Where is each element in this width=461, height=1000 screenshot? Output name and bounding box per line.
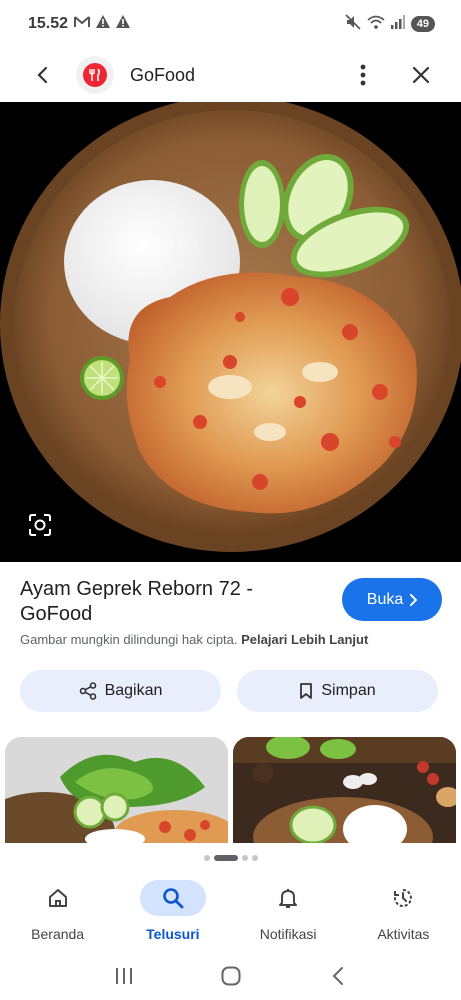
recents-icon <box>115 968 132 984</box>
close-button[interactable] <box>401 55 441 95</box>
warning-icon <box>116 15 131 33</box>
close-icon <box>412 66 430 84</box>
related-food-photo <box>5 737 228 843</box>
recents-button[interactable] <box>104 956 144 996</box>
nav-item-activity[interactable]: Aktivitas <box>346 872 461 952</box>
save-label: Simpan <box>321 682 376 699</box>
nav-label: Beranda <box>31 926 85 942</box>
share-icon <box>79 682 96 700</box>
app-header: GoFood <box>0 48 461 102</box>
home-system-button[interactable] <box>211 956 251 996</box>
open-button-label: Buka <box>366 590 404 608</box>
gmail-icon <box>74 15 91 33</box>
nav-label: Telusuri <box>146 926 200 942</box>
result-title: Ayam Geprek Reborn 72 - GoFood <box>20 578 254 625</box>
carousel-indicator <box>0 855 461 861</box>
share-label: Bagikan <box>104 682 163 699</box>
signal-icon <box>390 14 405 34</box>
bell-icon <box>279 889 298 908</box>
site-logo <box>76 56 114 94</box>
wifi-icon <box>367 15 385 34</box>
save-button[interactable]: Simpan <box>237 670 438 712</box>
related-food-photo <box>233 737 456 843</box>
activity-icon <box>394 889 413 907</box>
carousel-dot <box>241 855 248 861</box>
mute-icon <box>345 13 361 35</box>
search-icon <box>163 888 184 909</box>
nav-item-home[interactable]: Beranda <box>0 872 115 952</box>
bottom-navigation: Beranda Telusuri Notifikasi Aktivitas <box>0 872 461 952</box>
carousel-dot <box>251 855 258 861</box>
system-navigation <box>0 952 461 1000</box>
chevron-left-icon <box>37 66 48 84</box>
back-button[interactable] <box>22 55 62 95</box>
carousel-dot <box>203 855 210 861</box>
hero-food-image[interactable] <box>0 102 461 562</box>
nav-item-search[interactable]: Telusuri <box>115 872 230 952</box>
open-button[interactable]: Buka <box>342 578 442 621</box>
site-name: GoFood <box>130 64 196 85</box>
copyright-notice: Gambar mungkin dilindungi hak cipta. Pel… <box>20 632 368 647</box>
home-icon <box>48 889 67 907</box>
nav-item-notifications[interactable]: Notifikasi <box>231 872 346 952</box>
chevron-right-icon <box>410 593 418 606</box>
battery-indicator: 49 <box>410 16 435 32</box>
warning-icon <box>96 15 111 33</box>
bookmark-icon <box>300 683 313 699</box>
lens-button[interactable] <box>24 509 56 541</box>
more-vert-icon <box>360 64 366 86</box>
lens-icon <box>29 514 51 536</box>
back-chevron-icon <box>332 967 343 985</box>
learn-more-link[interactable]: Pelajari Lebih Lanjut <box>241 632 368 647</box>
share-button[interactable]: Bagikan <box>20 670 221 712</box>
nav-label: Notifikasi <box>259 926 317 942</box>
status-bar: 15.52 49 <box>0 0 461 48</box>
carousel-dot-active <box>213 855 238 861</box>
home-circle-icon <box>221 966 240 986</box>
food-photo <box>0 102 461 562</box>
status-time: 15.52 <box>28 15 69 32</box>
related-image-2[interactable] <box>233 737 456 843</box>
more-options-button[interactable] <box>343 55 383 95</box>
related-image-1[interactable] <box>5 737 228 843</box>
nav-label: Aktivitas <box>377 926 430 942</box>
copyright-text: Gambar mungkin dilindungi hak cipta. <box>20 632 238 647</box>
back-system-button[interactable] <box>318 956 358 996</box>
fork-knife-icon <box>89 68 101 81</box>
